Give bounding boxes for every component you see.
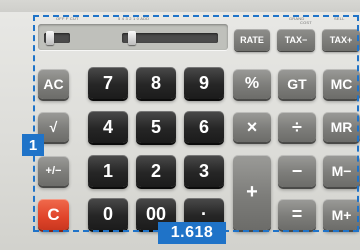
memory-clear-key[interactable]: MC bbox=[323, 69, 360, 99]
percent-key[interactable]: % bbox=[233, 69, 271, 99]
memory-recall-key[interactable]: MR bbox=[323, 112, 360, 142]
tax-plus-key[interactable]: TAX+ bbox=[322, 29, 360, 51]
multiply-key[interactable]: × bbox=[233, 112, 271, 142]
minus-key[interactable]: − bbox=[278, 155, 316, 187]
key-6[interactable]: 6 bbox=[184, 111, 224, 143]
tax-minus-key[interactable]: TAX− bbox=[277, 29, 315, 51]
plus-minus-key[interactable]: +/− bbox=[38, 156, 69, 186]
grand-total-key[interactable]: GT bbox=[278, 69, 316, 99]
rounding-switch-knob[interactable] bbox=[46, 31, 54, 45]
decimal-switch-track[interactable] bbox=[122, 33, 218, 43]
memory-plus-key[interactable]: M+ bbox=[323, 199, 360, 230]
memory-minus-key[interactable]: M− bbox=[323, 155, 360, 187]
switch-panel bbox=[38, 24, 228, 50]
clear-key[interactable]: C bbox=[38, 199, 69, 230]
rate-key[interactable]: RATE bbox=[234, 29, 270, 51]
key-5[interactable]: 5 bbox=[136, 111, 176, 143]
key-7[interactable]: 7 bbox=[88, 67, 128, 99]
key-9[interactable]: 9 bbox=[184, 67, 224, 99]
key-0[interactable]: 0 bbox=[88, 198, 128, 230]
calculator-body: OFF F CUT 5 4 3 2 1 0 ADD GRAND COST SEL… bbox=[0, 0, 360, 250]
key-3[interactable]: 3 bbox=[184, 155, 224, 187]
key-2[interactable]: 2 bbox=[136, 155, 176, 187]
key-1[interactable]: 1 bbox=[88, 155, 128, 187]
width-ratio-label: 1.618 bbox=[158, 222, 226, 244]
divide-key[interactable]: ÷ bbox=[278, 112, 316, 142]
key-8[interactable]: 8 bbox=[136, 67, 176, 99]
plus-key[interactable]: + bbox=[233, 155, 271, 230]
label-cost: COST bbox=[300, 20, 312, 25]
switch-label-mid: 5 4 3 2 1 0 ADD bbox=[118, 16, 150, 21]
top-edge bbox=[0, 0, 360, 12]
label-sell: SELL bbox=[334, 16, 345, 21]
height-ratio-label: 1 bbox=[22, 134, 44, 156]
all-clear-key[interactable]: AC bbox=[38, 69, 69, 99]
equals-key[interactable]: = bbox=[278, 199, 316, 230]
switch-label-left: OFF F CUT bbox=[56, 16, 79, 21]
decimal-switch-knob[interactable] bbox=[128, 31, 136, 45]
key-4[interactable]: 4 bbox=[88, 111, 128, 143]
